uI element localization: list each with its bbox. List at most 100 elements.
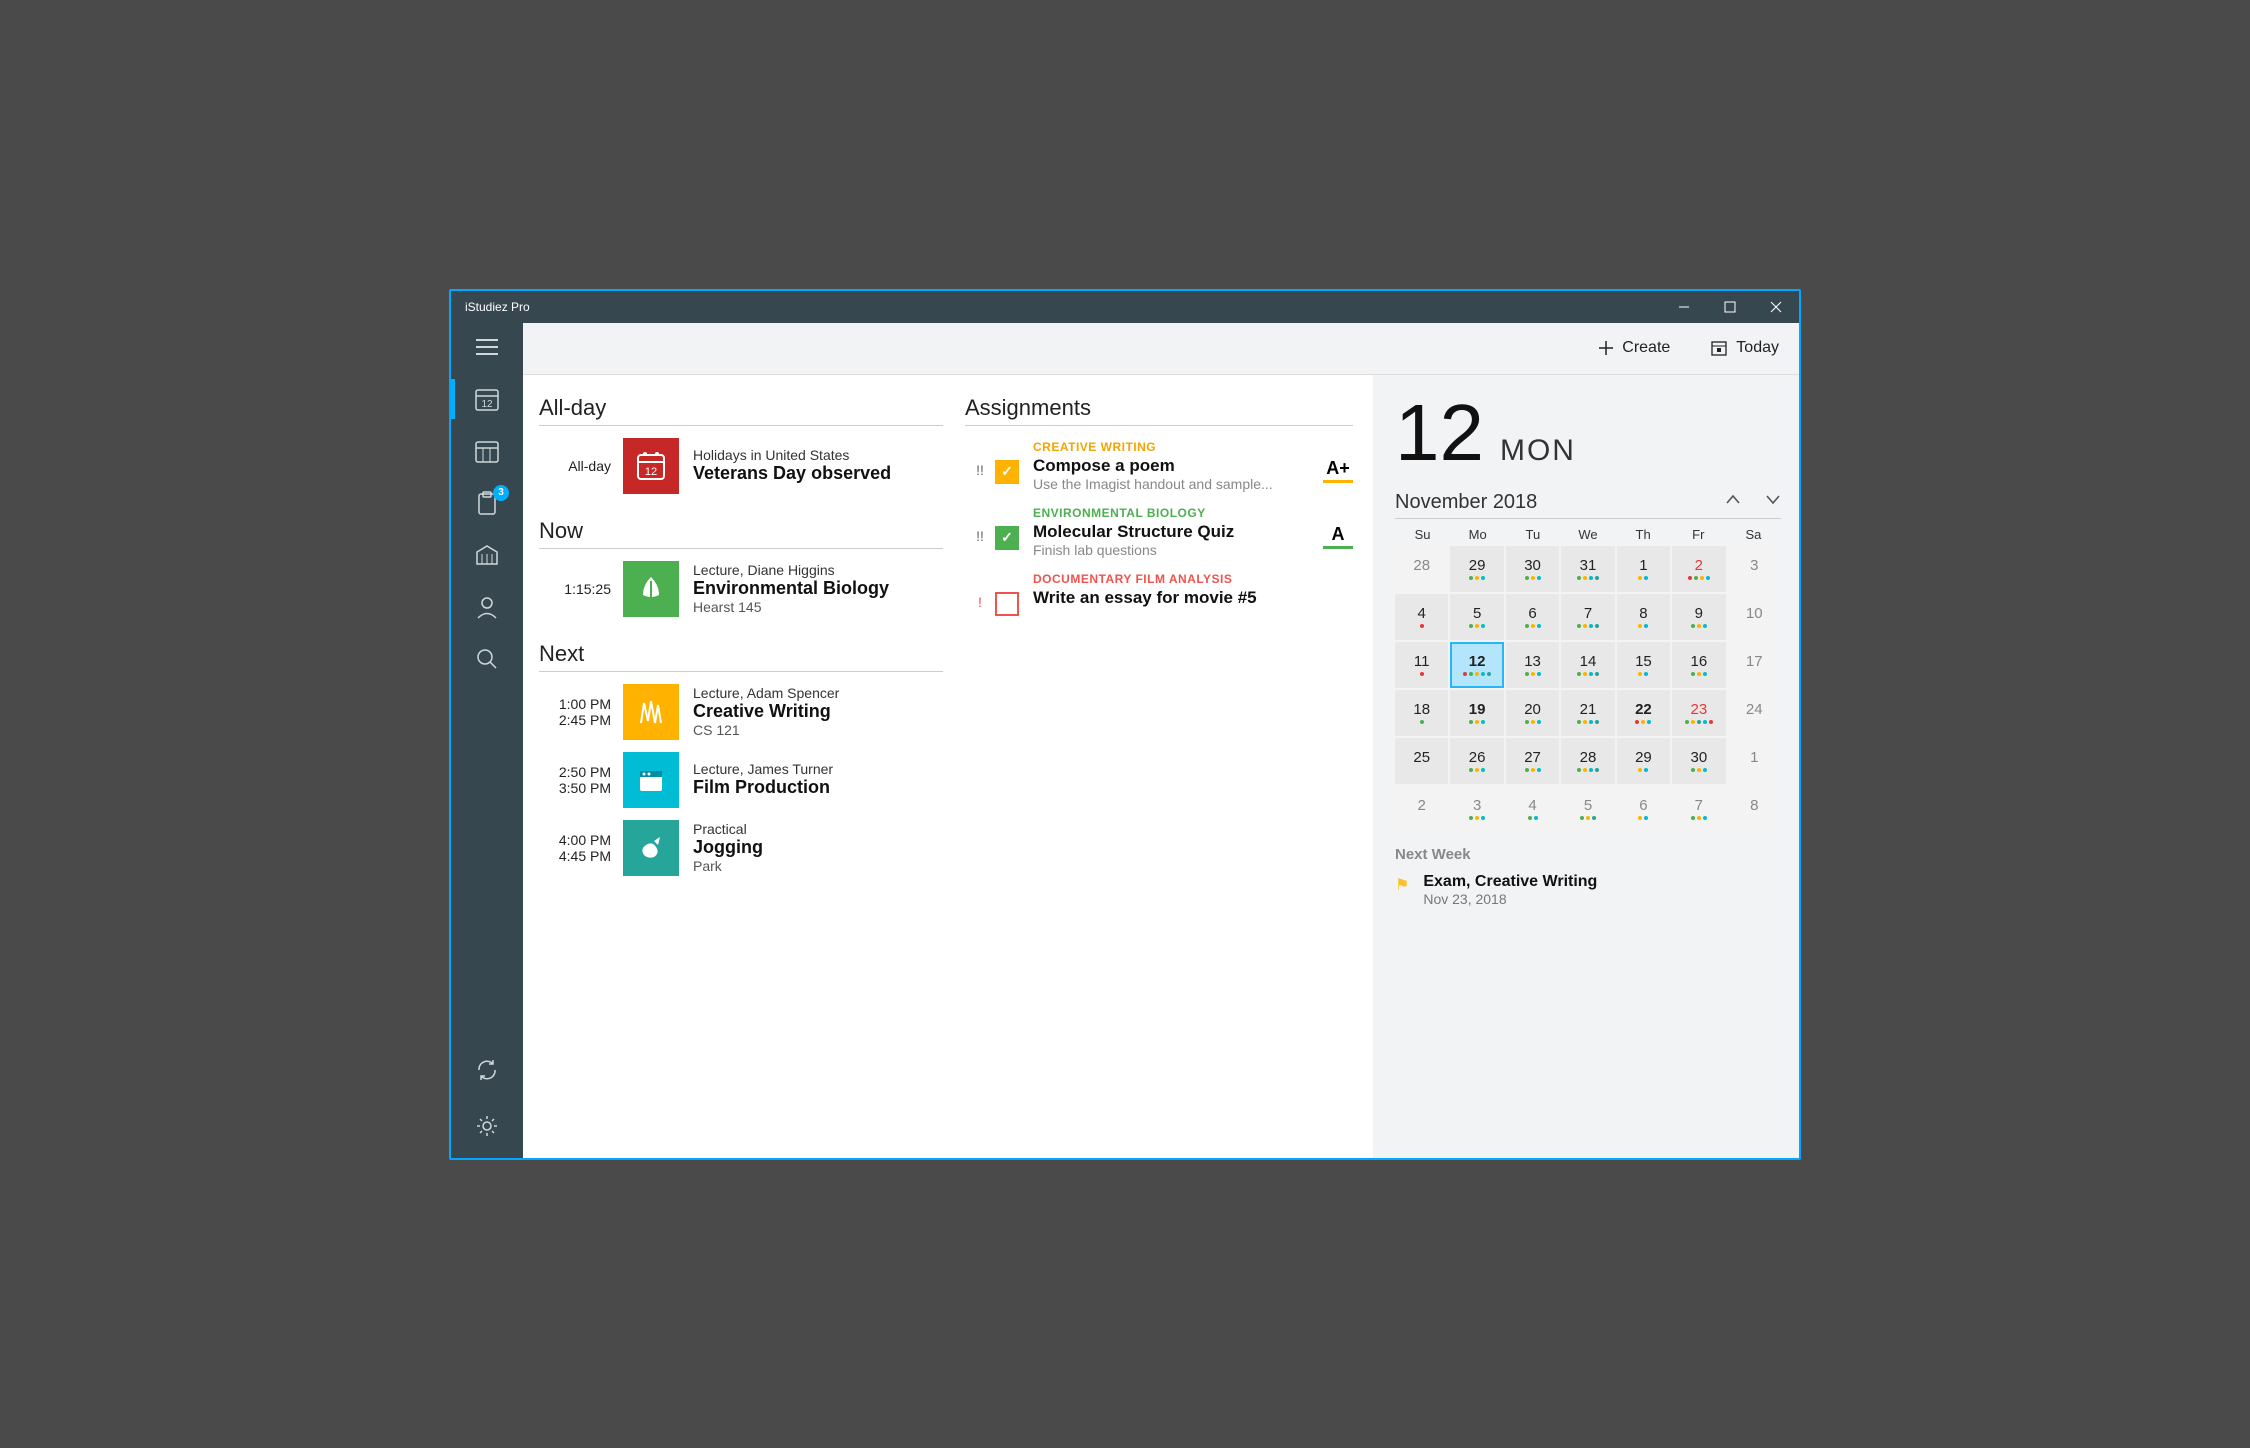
event-line1: Holidays in United States (693, 447, 891, 463)
minimize-button[interactable] (1661, 291, 1707, 323)
calendar-cell[interactable]: 20 (1506, 690, 1559, 736)
assignment-checkbox[interactable]: ✓ (995, 460, 1019, 484)
biology-tile (623, 561, 679, 617)
calendar-cell[interactable]: 8 (1617, 594, 1670, 640)
calendar-cell[interactable]: 1 (1617, 546, 1670, 592)
calendar-cell[interactable]: 10 (1728, 594, 1781, 640)
building-icon (474, 542, 500, 568)
next-month-button[interactable] (1765, 493, 1781, 512)
calendar-cell[interactable]: 11 (1395, 642, 1448, 688)
calendar-cell[interactable]: 5 (1561, 786, 1614, 832)
calendar-cell[interactable]: 21 (1561, 690, 1614, 736)
event-title: Veterans Day observed (693, 463, 891, 484)
calendar-cell[interactable]: 28 (1561, 738, 1614, 784)
calendar-cell[interactable]: 1 (1728, 738, 1781, 784)
next-event[interactable]: 2:50 PM3:50 PMLecture, James TurnerFilm … (539, 752, 943, 808)
holiday-tile: 12 (623, 438, 679, 494)
assignment-subtitle: Finish lab questions (1033, 542, 1323, 558)
today-button[interactable]: Today (1710, 339, 1779, 357)
create-button[interactable]: Create (1598, 339, 1670, 357)
now-event[interactable]: 1:15:25 Lecture, Diane Higgins Environme… (539, 561, 943, 617)
calendar-cell[interactable]: 27 (1506, 738, 1559, 784)
next-week-item[interactable]: ⚑ Exam, Creative Writing Nov 23, 2018 (1395, 873, 1781, 907)
calendar-cell[interactable]: 13 (1506, 642, 1559, 688)
maximize-button[interactable] (1707, 291, 1753, 323)
allday-event[interactable]: All-day 12 Holidays in United States Vet… (539, 438, 943, 494)
calendar-cell[interactable]: 15 (1617, 642, 1670, 688)
calendar-cell[interactable]: 19 (1450, 690, 1503, 736)
calendar-cell[interactable]: 23 (1672, 690, 1725, 736)
plus-icon (1598, 340, 1614, 356)
calendar-cell[interactable]: 9 (1672, 594, 1725, 640)
month-label: November 2018 (1395, 491, 1537, 514)
calendar-cell[interactable]: 8 (1728, 786, 1781, 832)
calendar-cell[interactable]: 2 (1672, 546, 1725, 592)
nav-instructors[interactable] (459, 583, 515, 631)
assignment-item[interactable]: !DOCUMENTARY FILM ANALYSISWrite an essay… (965, 572, 1353, 616)
calendar-cell[interactable]: 5 (1450, 594, 1503, 640)
assignment-checkbox[interactable] (995, 592, 1019, 616)
calendar-cell[interactable]: 6 (1506, 594, 1559, 640)
svg-text:12: 12 (645, 466, 657, 478)
next-event[interactable]: 1:00 PM2:45 PMLecture, Adam SpencerCreat… (539, 684, 943, 740)
next-event[interactable]: 4:00 PM4:45 PMPracticalJoggingPark (539, 820, 943, 876)
assignment-title: Molecular Structure Quiz (1033, 522, 1323, 542)
close-button[interactable] (1753, 291, 1799, 323)
calendar-tile-icon: 12 (634, 449, 668, 483)
assignments-header: Assignments (965, 395, 1353, 426)
assignment-checkbox[interactable]: ✓ (995, 526, 1019, 550)
toolbar: Create Today (523, 323, 1799, 375)
nav-today[interactable]: 12 (459, 375, 515, 423)
calendar-cell[interactable]: 7 (1672, 786, 1725, 832)
calendar-cell[interactable]: 30 (1506, 546, 1559, 592)
schedule-column: All-day All-day 12 Holidays in United St… (523, 375, 955, 1158)
calendar-cell[interactable]: 18 (1395, 690, 1448, 736)
assignment-item[interactable]: !!✓ENVIRONMENTAL BIOLOGYMolecular Struct… (965, 506, 1353, 558)
weekday-header: We (1560, 527, 1615, 542)
calendar-cell[interactable]: 24 (1728, 690, 1781, 736)
calendar-cell[interactable]: 7 (1561, 594, 1614, 640)
priority-indicator: !! (965, 506, 995, 544)
prev-month-button[interactable] (1725, 493, 1741, 512)
nav-sync[interactable] (459, 1046, 515, 1094)
nav-planner[interactable] (459, 531, 515, 579)
event-title: Jogging (693, 837, 763, 858)
calendar-cell[interactable]: 31 (1561, 546, 1614, 592)
titlebar[interactable]: iStudiez Pro (451, 291, 1799, 323)
assignment-course: DOCUMENTARY FILM ANALYSIS (1033, 572, 1353, 586)
day-of-week: MON (1500, 434, 1576, 468)
hamburger-button[interactable] (451, 323, 523, 371)
event-tile (623, 684, 679, 740)
calendar-cell[interactable]: 4 (1395, 594, 1448, 640)
calendar-cell[interactable]: 29 (1617, 738, 1670, 784)
assignment-item[interactable]: !!✓CREATIVE WRITINGCompose a poemUse the… (965, 440, 1353, 492)
calendar-cell[interactable]: 25 (1395, 738, 1448, 784)
calendar-cell[interactable]: 14 (1561, 642, 1614, 688)
calendar-cell[interactable]: 17 (1728, 642, 1781, 688)
nav-search[interactable] (459, 635, 515, 683)
assignment-grade: A+ (1323, 458, 1353, 483)
nav-settings[interactable] (459, 1102, 515, 1150)
calendar-cell[interactable]: 28 (1395, 546, 1448, 592)
nav-calendar[interactable] (459, 427, 515, 475)
calendar-cell[interactable]: 22 (1617, 690, 1670, 736)
create-label: Create (1622, 339, 1670, 357)
calendar-cell[interactable]: 2 (1395, 786, 1448, 832)
event-location: CS 121 (693, 722, 839, 738)
next-week-section: Next Week ⚑ Exam, Creative Writing Nov 2… (1395, 846, 1781, 907)
calendar-cell[interactable]: 4 (1506, 786, 1559, 832)
calendar-cell[interactable]: 30 (1672, 738, 1725, 784)
calendar-cell[interactable]: 16 (1672, 642, 1725, 688)
assignment-course: CREATIVE WRITING (1033, 440, 1323, 454)
calendar-cell[interactable]: 26 (1450, 738, 1503, 784)
calendar-cell[interactable]: 3 (1728, 546, 1781, 592)
calendar-cell[interactable]: 29 (1450, 546, 1503, 592)
calendar-cell[interactable]: 3 (1450, 786, 1503, 832)
event-time: All-day (539, 458, 617, 474)
weekday-header: Tu (1505, 527, 1560, 542)
calendar-cell[interactable]: 12 (1450, 642, 1503, 688)
calendar-cell[interactable]: 6 (1617, 786, 1670, 832)
chevron-up-icon (1725, 493, 1741, 507)
nav-assignments[interactable]: 3 (459, 479, 515, 527)
calendar-column: 12 MON November 2018 SuMoTuWeThFrSa 2829… (1373, 375, 1799, 1158)
